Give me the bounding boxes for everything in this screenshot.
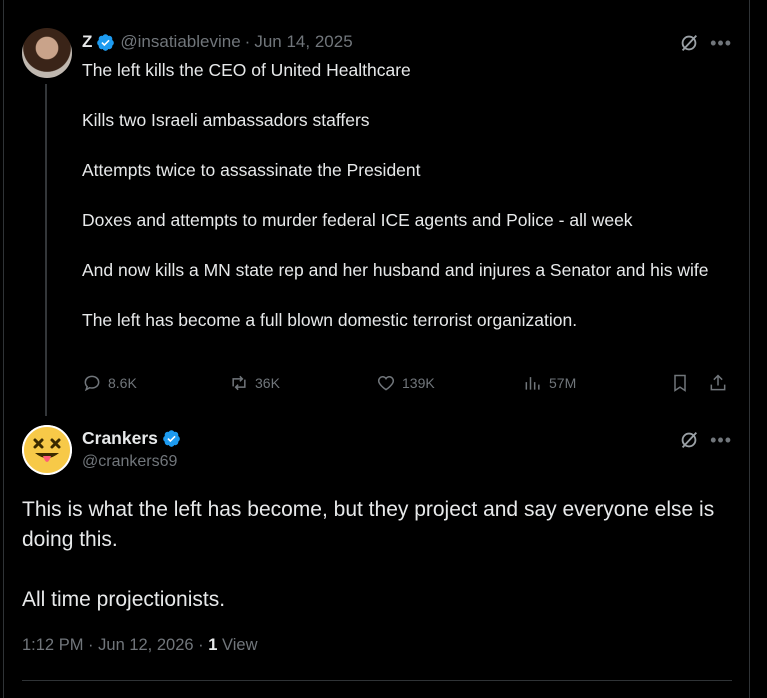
divider bbox=[22, 680, 732, 681]
repost-button[interactable]: 36K bbox=[229, 373, 280, 393]
view-label: View bbox=[222, 636, 258, 654]
tweet-paragraph: Doxes and attempts to murder federal ICE… bbox=[82, 210, 633, 230]
repost-icon bbox=[232, 375, 246, 391]
tweet-paragraph: The left kills the CEO of United Healthc… bbox=[82, 60, 411, 80]
share-icon bbox=[710, 374, 726, 391]
display-name[interactable]: Crankers bbox=[82, 428, 158, 449]
left-border bbox=[3, 0, 4, 698]
tweet-top-actions: ••• bbox=[678, 32, 732, 54]
separator-dot: · bbox=[244, 32, 251, 51]
like-count: 139K bbox=[402, 375, 435, 391]
bookmark-icon bbox=[674, 374, 686, 392]
reply-button[interactable]: 8.6K bbox=[82, 373, 137, 393]
tweet-date[interactable]: Jun 14, 2025 bbox=[254, 32, 352, 52]
like-button[interactable]: 139K bbox=[376, 373, 435, 393]
separator-dot: · bbox=[88, 636, 94, 654]
handle[interactable]: @crankers69 bbox=[82, 453, 177, 471]
tweet-paragraph: Attempts twice to assassinate the Presid… bbox=[82, 160, 421, 180]
view-count: 1 bbox=[208, 636, 218, 654]
views-button[interactable]: 57M bbox=[523, 373, 576, 393]
grok-icon[interactable] bbox=[678, 429, 700, 451]
reply-count: 8.6K bbox=[108, 375, 137, 391]
bookmark-button[interactable] bbox=[670, 373, 696, 393]
verified-badge-icon bbox=[163, 430, 180, 447]
handle[interactable]: @insatiablevine bbox=[120, 32, 240, 52]
share-button[interactable] bbox=[708, 373, 734, 393]
tweet-paragraph: Kills two Israeli ambassadors staffers bbox=[82, 110, 370, 130]
more-icon[interactable]: ••• bbox=[710, 431, 732, 449]
views-icon bbox=[525, 377, 540, 390]
display-name[interactable]: Z bbox=[82, 32, 92, 52]
right-border bbox=[749, 0, 750, 698]
tweet-time[interactable]: 1:12 PM bbox=[22, 636, 83, 654]
tweet-text: This is what the left has become, but th… bbox=[22, 495, 732, 645]
tweet-paragraph: All time projectionists. bbox=[22, 588, 226, 611]
avatar[interactable] bbox=[22, 28, 72, 78]
views-count: 57M bbox=[549, 375, 577, 391]
heart-icon bbox=[377, 375, 395, 391]
repost-count: 36K bbox=[255, 375, 280, 391]
display-name-row: Crankers bbox=[82, 428, 181, 449]
tweet-header: Z @insatiablevine · Jun 14, 2025 bbox=[82, 31, 353, 53]
avatar[interactable] bbox=[22, 425, 72, 475]
tweet-text: The left kills the CEO of United Healthc… bbox=[82, 58, 742, 333]
separator-dot: · bbox=[198, 636, 204, 654]
tweet-paragraph: And now kills a MN state rep and her hus… bbox=[82, 260, 709, 280]
grok-icon[interactable] bbox=[678, 32, 700, 54]
tweet-paragraph: This is what the left has become, but th… bbox=[22, 498, 715, 551]
thread-connector-line bbox=[45, 84, 47, 416]
tweet-paragraph: The left has become a full blown domesti… bbox=[82, 310, 578, 330]
tweet-top-actions: ••• bbox=[678, 429, 732, 451]
tweet-metadata: 1:12 PM · Jun 12, 2026 · 1 View bbox=[22, 636, 258, 655]
more-icon[interactable]: ••• bbox=[710, 34, 732, 52]
tweet-date[interactable]: Jun 12, 2026 bbox=[98, 636, 193, 654]
verified-badge-icon bbox=[97, 33, 115, 51]
tweet-action-bar: 8.6K 36K 139K 57M bbox=[82, 373, 732, 397]
reply-icon bbox=[84, 375, 100, 392]
